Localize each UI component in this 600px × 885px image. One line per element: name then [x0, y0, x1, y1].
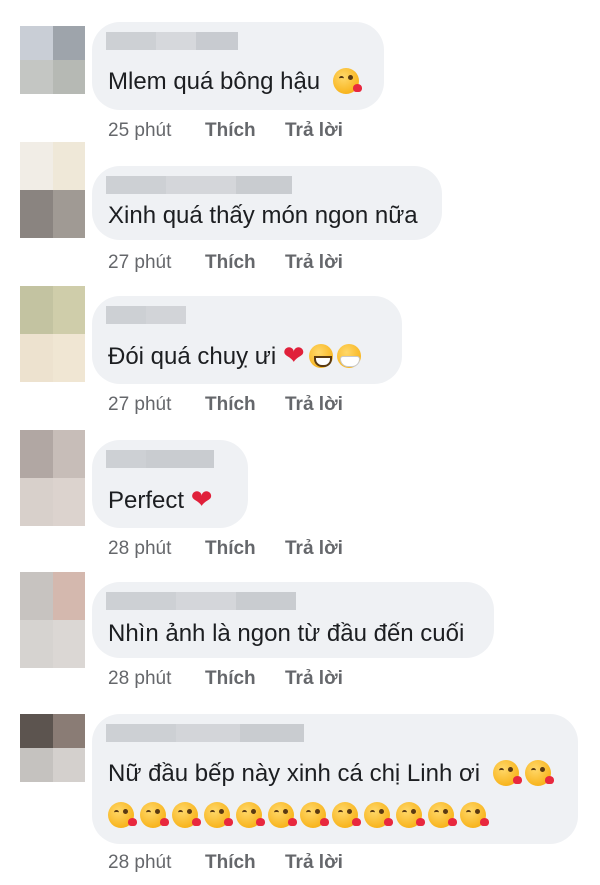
- kiss-emoji-icon: [300, 802, 329, 828]
- comment-meta: 28 phút Thích Trả lời: [108, 852, 343, 874]
- kiss-emoji-icon: [332, 68, 362, 94]
- kiss-emoji-icon: [140, 802, 169, 828]
- like-button[interactable]: Thích: [205, 252, 285, 274]
- comment-text: Nhìn ảnh là ngon từ đầu đến cuối: [108, 620, 465, 647]
- reply-button[interactable]: Trả lời: [285, 252, 343, 274]
- comment-time: 28 phút: [108, 852, 172, 873]
- like-button[interactable]: Thích: [205, 394, 285, 416]
- comment-meta: 27 phút Thích Trả lời: [108, 252, 343, 274]
- avatar[interactable]: [20, 714, 85, 782]
- avatar[interactable]: [20, 572, 85, 668]
- kiss-emoji-icon: [332, 802, 361, 828]
- reply-button[interactable]: Trả lời: [285, 394, 343, 416]
- like-button[interactable]: Thích: [205, 668, 285, 690]
- author-name-blurred[interactable]: [106, 176, 292, 194]
- author-name-blurred[interactable]: [106, 306, 186, 324]
- avatar[interactable]: [20, 430, 85, 526]
- reply-button[interactable]: Trả lời: [285, 668, 343, 690]
- kiss-emoji-icon: [236, 802, 265, 828]
- kiss-emoji-icon: [492, 760, 522, 786]
- kiss-emoji-icon: [460, 802, 489, 828]
- mask-emoji-icon: [336, 344, 361, 368]
- comment-time: 27 phút: [108, 394, 172, 415]
- like-button[interactable]: Thích: [205, 538, 285, 560]
- comment-bubble: Nhìn ảnh là ngon từ đầu đến cuối: [92, 582, 494, 658]
- kiss-emoji-icon: [108, 802, 137, 828]
- comment-bubble: Perfect ❤: [92, 440, 248, 528]
- comment-meta: 28 phút Thích Trả lời: [108, 668, 343, 690]
- comment-time: 28 phút: [108, 538, 172, 559]
- comment-text: Mlem quá bông hậu: [108, 66, 365, 98]
- author-name-blurred[interactable]: [106, 450, 214, 468]
- avatar[interactable]: [20, 286, 85, 382]
- grin-emoji-icon: [308, 344, 333, 368]
- comment-bubble: Mlem quá bông hậu: [92, 22, 384, 110]
- reply-button[interactable]: Trả lời: [285, 538, 343, 560]
- comment-time: 25 phút: [108, 120, 172, 141]
- comment-bubble: Xinh quá thấy món ngon nữa: [92, 166, 442, 240]
- reply-button[interactable]: Trả lời: [285, 120, 343, 142]
- author-name-blurred[interactable]: [106, 32, 238, 50]
- comment-meta: 28 phút Thích Trả lời: [108, 538, 343, 560]
- like-button[interactable]: Thích: [205, 852, 285, 874]
- heart-emoji-icon: ❤: [190, 485, 213, 515]
- like-button[interactable]: Thích: [205, 120, 285, 142]
- author-name-blurred[interactable]: [106, 724, 304, 742]
- comment-meta: 27 phút Thích Trả lời: [108, 394, 343, 416]
- reply-button[interactable]: Trả lời: [285, 852, 343, 874]
- kiss-emoji-icon: [364, 802, 393, 828]
- kiss-emoji-icon: [172, 802, 201, 828]
- comment-text: Nữ đầu bếp này xinh cá chị Linh ơi: [108, 758, 557, 790]
- comment-text: Xinh quá thấy món ngon nữa: [108, 202, 418, 229]
- author-name-blurred[interactable]: [106, 592, 296, 610]
- kiss-emoji-icon: [428, 802, 457, 828]
- comment-time: 28 phút: [108, 668, 172, 689]
- kiss-emoji-icon: [524, 760, 554, 786]
- kiss-emoji-row: [108, 802, 492, 828]
- avatar[interactable]: [20, 142, 85, 238]
- kiss-emoji-icon: [204, 802, 233, 828]
- comment-bubble: Nữ đầu bếp này xinh cá chị Linh ơi: [92, 714, 578, 844]
- comment-meta: 25 phút Thích Trả lời: [108, 120, 343, 142]
- comment-text: Đói quá chuỵ ưi ❤: [108, 340, 361, 373]
- avatar[interactable]: [20, 26, 85, 94]
- kiss-emoji-icon: [268, 802, 297, 828]
- comment-time: 27 phút: [108, 252, 172, 273]
- comment-bubble: Đói quá chuỵ ưi ❤: [92, 296, 402, 384]
- kiss-emoji-icon: [396, 802, 425, 828]
- heart-emoji-icon: ❤: [282, 341, 305, 371]
- comment-text: Perfect ❤: [108, 485, 213, 515]
